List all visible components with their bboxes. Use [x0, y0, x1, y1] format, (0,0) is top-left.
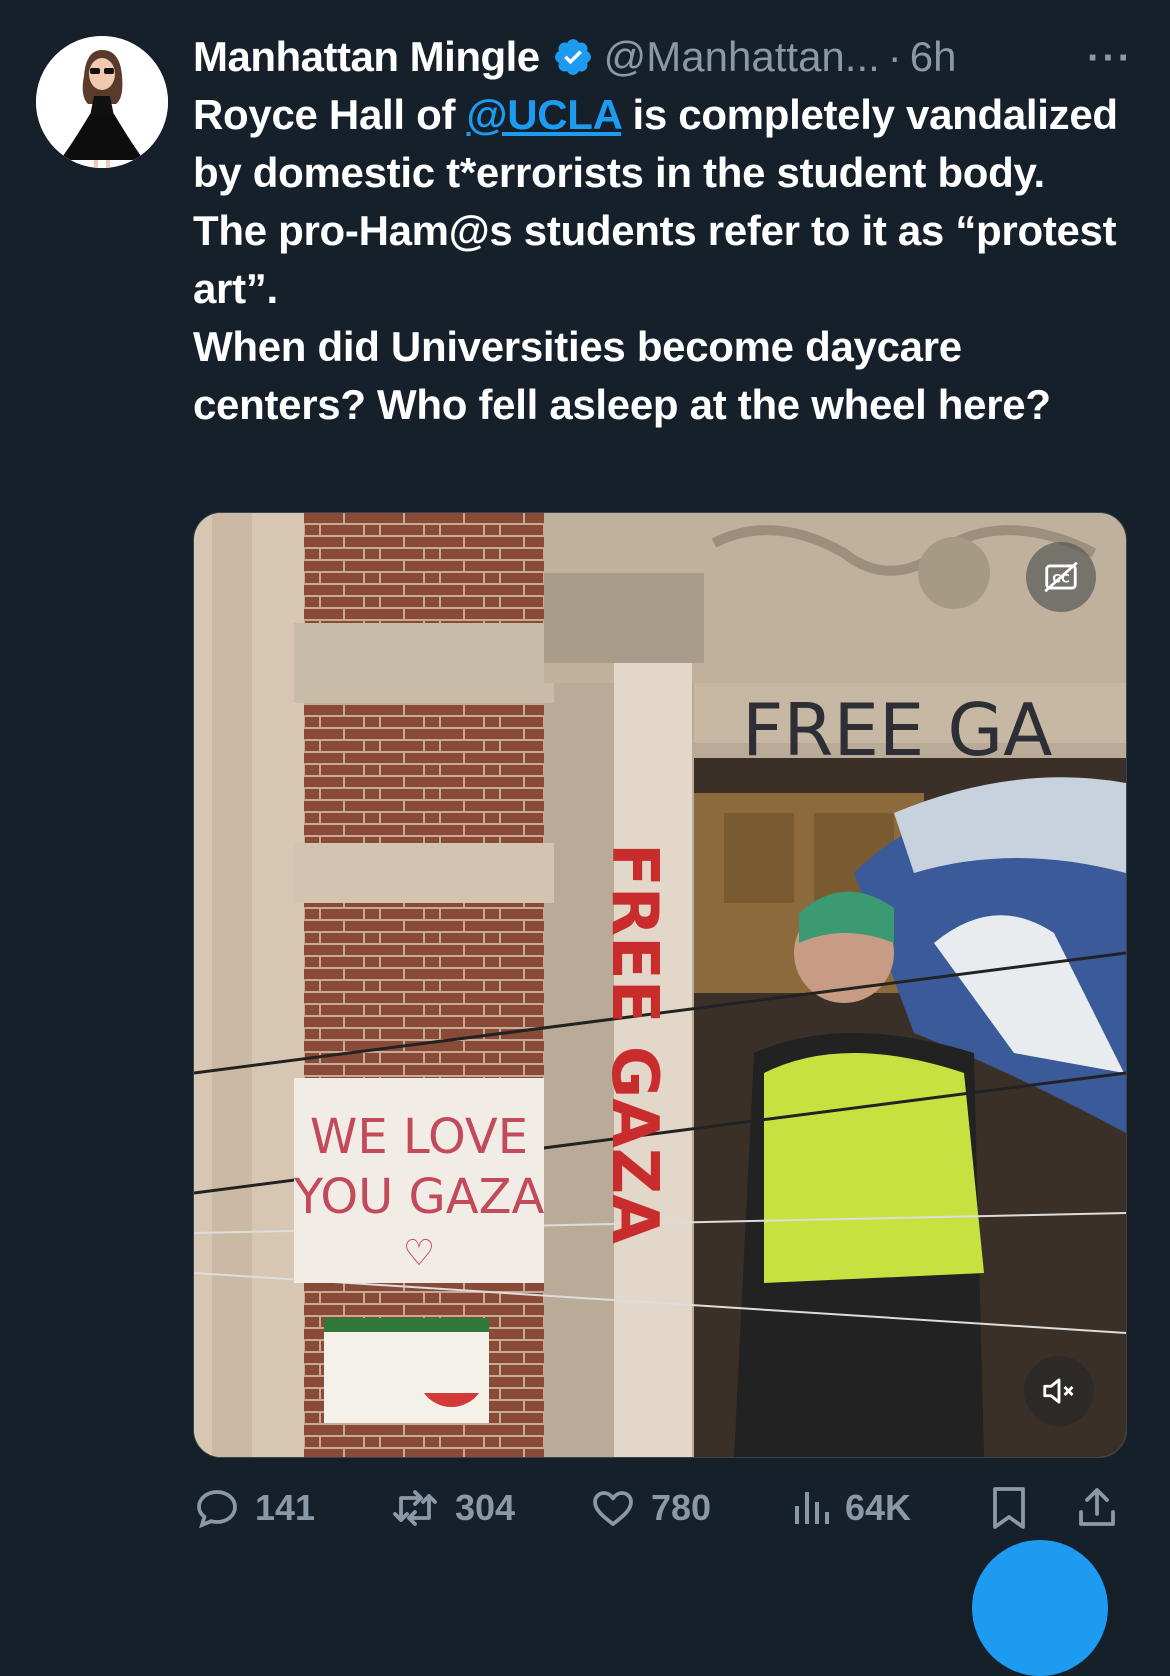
avatar-illustration — [36, 36, 168, 168]
views-chart-icon — [795, 1492, 829, 1524]
reply-count: 141 — [255, 1487, 316, 1528]
video-player[interactable]: WE LOVE YOU GAZA ♡ FREE GA FREE GAZA — [193, 512, 1127, 1458]
views-button[interactable]: 64K — [791, 1478, 911, 1538]
share-icon — [1079, 1488, 1115, 1526]
author-avatar[interactable] — [36, 36, 168, 168]
repost-icon — [393, 1490, 437, 1526]
repost-count: 304 — [455, 1487, 516, 1528]
sign-text-line1: WE LOVE — [310, 1109, 528, 1165]
tweet-timestamp[interactable]: 6h — [910, 33, 957, 81]
author-handle[interactable]: @Manhattan... — [604, 33, 880, 81]
tweet-text: Royce Hall of @UCLA is completely vandal… — [193, 86, 1143, 434]
tweet-header: Manhattan Mingle @Manhattan... · 6h ··· — [193, 28, 1133, 86]
compose-button[interactable] — [972, 1540, 1108, 1676]
like-count: 780 — [651, 1487, 712, 1528]
unmute-button[interactable] — [1024, 1356, 1094, 1426]
tweet-text-part: Royce Hall of — [193, 91, 467, 138]
verified-badge-icon — [554, 39, 591, 75]
header-separator: · — [887, 33, 902, 80]
mention-link[interactable]: @UCLA — [467, 91, 622, 138]
share-button[interactable] — [1073, 1478, 1135, 1538]
closed-captions-button[interactable]: CC — [1026, 542, 1096, 612]
like-button[interactable]: 780 — [589, 1478, 711, 1538]
bookmark-button[interactable] — [987, 1478, 1045, 1538]
graffiti-text: FREE GA — [742, 688, 1052, 772]
repost-button[interactable]: 304 — [389, 1478, 515, 1538]
tweet-text-part: is completely vandalized by domestic t*e… — [193, 91, 1118, 428]
video-frame: WE LOVE YOU GAZA ♡ FREE GA FREE GAZA — [194, 513, 1126, 1457]
heart-drawing-icon: ♡ — [403, 1233, 435, 1274]
tweet-action-bar: 141 304 780 64K — [193, 1478, 1128, 1538]
closed-captions-off-icon: CC — [1044, 561, 1078, 593]
muted-speaker-icon — [1043, 1378, 1074, 1404]
reply-icon — [197, 1490, 237, 1529]
view-count: 64K — [845, 1487, 912, 1528]
more-options-icon[interactable]: ··· — [1087, 36, 1133, 81]
sign-text-line2: YOU GAZA — [293, 1169, 545, 1225]
author-name[interactable]: Manhattan Mingle — [193, 33, 540, 81]
heart-icon — [593, 1491, 633, 1526]
reply-button[interactable]: 141 — [193, 1478, 315, 1538]
column-graffiti: FREE GAZA — [597, 843, 671, 1244]
bookmark-icon — [993, 1487, 1025, 1529]
